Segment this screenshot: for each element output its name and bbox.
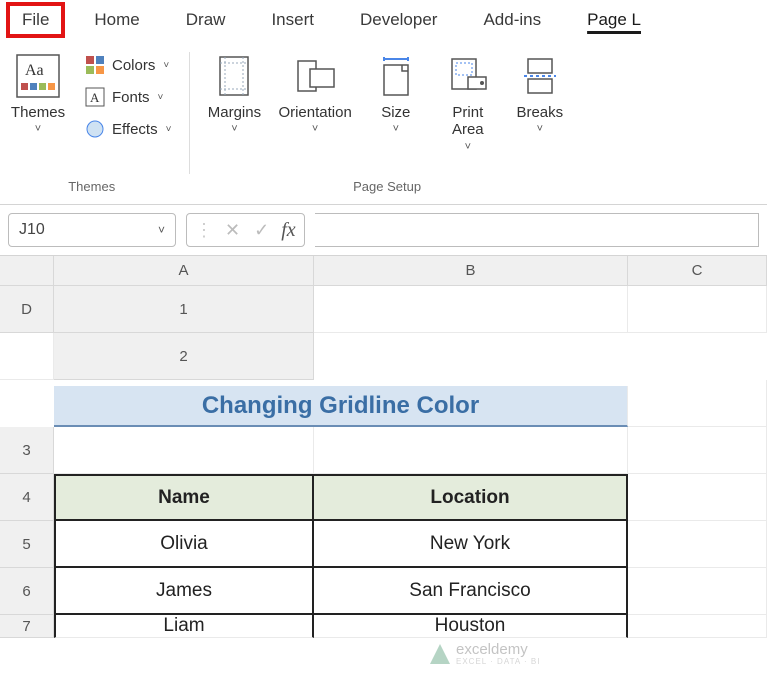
watermark: exceldemy EXCEL · DATA · BI bbox=[430, 642, 540, 666]
fonts-icon: A bbox=[84, 86, 106, 108]
col-header-a[interactable]: A bbox=[54, 256, 314, 286]
cell-d3[interactable] bbox=[628, 427, 767, 474]
formula-bar-controls: ⋮ ✕ ✓ fx bbox=[186, 213, 305, 247]
cell-c3[interactable] bbox=[314, 427, 628, 474]
colors-label: Colors bbox=[112, 57, 155, 74]
orientation-label: Orientation bbox=[278, 104, 351, 121]
table-row[interactable]: Liam bbox=[54, 615, 314, 638]
tab-developer[interactable]: Developer bbox=[343, 1, 455, 39]
chevron-down-icon: ˅ bbox=[393, 123, 399, 135]
menu-bar: File Home Draw Insert Developer Add-ins … bbox=[0, 0, 767, 40]
chevron-down-icon: ˅ bbox=[163, 60, 169, 71]
margins-label: Margins bbox=[208, 104, 261, 121]
table-row[interactable]: New York bbox=[314, 521, 628, 568]
tab-draw[interactable]: Draw bbox=[169, 1, 243, 39]
table-header-name[interactable]: Name bbox=[54, 474, 314, 521]
table-row[interactable]: Houston bbox=[314, 615, 628, 638]
cell-d2[interactable] bbox=[628, 380, 767, 427]
margins-icon bbox=[210, 52, 258, 100]
breaks-button[interactable]: Breaks ˅ bbox=[506, 46, 574, 137]
print-area-button[interactable]: Print Area ˅ bbox=[434, 46, 502, 155]
row-header-5[interactable]: 5 bbox=[0, 521, 54, 568]
chevron-down-icon: ˅ bbox=[312, 123, 318, 135]
select-all-corner[interactable] bbox=[0, 256, 54, 286]
cell-c1[interactable] bbox=[0, 333, 54, 380]
cell-d5[interactable] bbox=[628, 521, 767, 568]
fonts-button[interactable]: A Fonts ˅ bbox=[76, 82, 179, 112]
print-area-icon bbox=[444, 52, 492, 100]
cell-b3[interactable] bbox=[54, 427, 314, 474]
table-header-location[interactable]: Location bbox=[314, 474, 628, 521]
themes-label: Themes bbox=[11, 104, 65, 121]
ribbon-group-page-setup: Margins ˅ Orientation ˅ bbox=[196, 46, 577, 200]
svg-text:A: A bbox=[90, 90, 100, 105]
watermark-logo-icon bbox=[430, 644, 450, 664]
ribbon-group-label-page-setup: Page Setup bbox=[353, 175, 421, 200]
cell-d6[interactable] bbox=[628, 568, 767, 615]
tab-page-layout[interactable]: Page L bbox=[570, 1, 658, 39]
row-header-2[interactable]: 2 bbox=[54, 333, 314, 380]
row-header-7[interactable]: 7 bbox=[0, 615, 54, 638]
formula-bar: J10 ˅ ⋮ ✕ ✓ fx bbox=[0, 204, 767, 256]
effects-button[interactable]: Effects ˅ bbox=[76, 114, 179, 144]
print-area-label: Print Area bbox=[452, 104, 484, 139]
chevron-down-icon: ˅ bbox=[465, 141, 471, 153]
size-label: Size bbox=[381, 104, 410, 121]
cell-d4[interactable] bbox=[628, 474, 767, 521]
tab-insert[interactable]: Insert bbox=[254, 1, 331, 39]
row-header-3[interactable]: 3 bbox=[0, 427, 54, 474]
ribbon-group-label-themes: Themes bbox=[68, 175, 115, 200]
chevron-down-icon: ˅ bbox=[158, 223, 165, 237]
chevron-down-icon: ˅ bbox=[231, 123, 237, 135]
ribbon-group-themes: Aa Themes ˅ bbox=[0, 46, 183, 200]
row-header-6[interactable]: 6 bbox=[0, 568, 54, 615]
themes-button[interactable]: Aa Themes ˅ bbox=[4, 46, 72, 137]
margins-button[interactable]: Margins ˅ bbox=[200, 46, 268, 137]
formula-input[interactable] bbox=[315, 213, 759, 247]
chevron-down-icon: ˅ bbox=[158, 92, 164, 103]
tab-home[interactable]: Home bbox=[77, 1, 156, 39]
effects-label: Effects bbox=[112, 121, 158, 138]
chevron-down-icon: ˅ bbox=[166, 124, 172, 135]
row-header-4[interactable]: 4 bbox=[0, 474, 54, 521]
colors-icon bbox=[84, 54, 106, 76]
col-header-b[interactable]: B bbox=[314, 256, 628, 286]
dots-icon: ⋮ bbox=[195, 220, 213, 241]
name-box[interactable]: J10 ˅ bbox=[8, 213, 176, 247]
fx-icon[interactable]: fx bbox=[281, 219, 295, 242]
col-header-c[interactable]: C bbox=[628, 256, 767, 286]
cell-d7[interactable] bbox=[628, 615, 767, 638]
colors-button[interactable]: Colors ˅ bbox=[76, 50, 179, 80]
table-row[interactable]: Olivia bbox=[54, 521, 314, 568]
col-header-d[interactable]: D bbox=[0, 286, 54, 333]
breaks-label: Breaks bbox=[516, 104, 563, 121]
watermark-text: exceldemy bbox=[456, 642, 540, 657]
tab-file[interactable]: File bbox=[6, 2, 65, 38]
orientation-icon bbox=[291, 52, 339, 100]
effects-icon bbox=[84, 118, 106, 140]
title-cell[interactable]: Changing Gridline Color bbox=[54, 386, 628, 427]
fonts-label: Fonts bbox=[112, 89, 150, 106]
breaks-icon bbox=[516, 52, 564, 100]
chevron-down-icon: ˅ bbox=[537, 123, 543, 135]
cancel-formula-button[interactable]: ✕ bbox=[223, 220, 242, 241]
table-row[interactable]: James bbox=[54, 568, 314, 615]
ribbon: Aa Themes ˅ bbox=[0, 40, 767, 200]
name-box-value: J10 bbox=[19, 221, 45, 239]
enter-formula-button[interactable]: ✓ bbox=[252, 220, 271, 241]
cell-a1[interactable] bbox=[314, 286, 628, 333]
cell-b1[interactable] bbox=[628, 286, 767, 333]
watermark-sub: EXCEL · DATA · BI bbox=[456, 657, 540, 666]
size-button[interactable]: Size ˅ bbox=[362, 46, 430, 137]
row-header-1[interactable]: 1 bbox=[54, 286, 314, 333]
themes-icon: Aa bbox=[14, 52, 62, 100]
spreadsheet-grid: A B C D 1 2 Changing Gridline Color 3 4 … bbox=[0, 256, 767, 638]
chevron-down-icon: ˅ bbox=[35, 123, 41, 135]
ribbon-divider bbox=[189, 52, 190, 174]
size-icon bbox=[372, 52, 420, 100]
tab-addins[interactable]: Add-ins bbox=[466, 1, 558, 39]
orientation-button[interactable]: Orientation ˅ bbox=[272, 46, 357, 137]
table-row[interactable]: San Francisco bbox=[314, 568, 628, 615]
svg-text:Aa: Aa bbox=[25, 62, 44, 79]
